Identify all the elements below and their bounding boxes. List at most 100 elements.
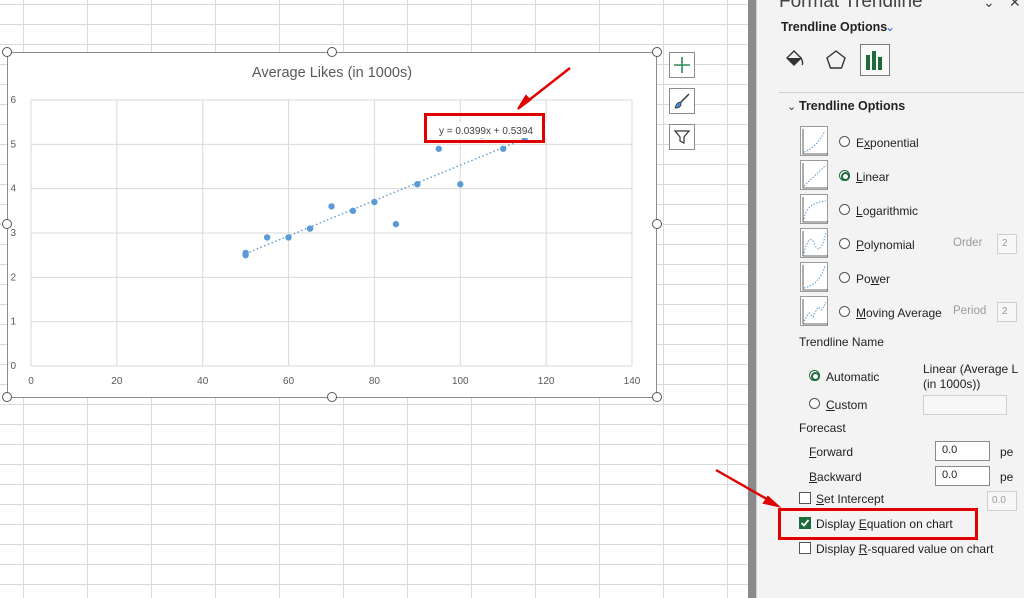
options-dropdown[interactable]: Trendline Options <box>781 20 887 34</box>
display-r2-rest: -squared value on chart <box>867 542 994 556</box>
display-r2-checkbox[interactable] <box>799 542 811 554</box>
data-point <box>263 234 271 241</box>
trendline-option-exponential[interactable]: Exponential <box>757 126 1024 158</box>
set-intercept-hotkey: S <box>816 492 825 506</box>
set-intercept-label[interactable]: Set Intercept <box>816 492 884 506</box>
custom-label[interactable]: Custom <box>826 398 867 412</box>
label-prefix: E <box>856 136 865 150</box>
label-hotkey: L <box>856 170 863 184</box>
resize-handle-middle-left[interactable] <box>2 219 12 229</box>
chevron-down-icon[interactable]: ⌄ <box>787 100 796 113</box>
y-tick-label: 3 <box>10 228 16 239</box>
trendline-option-polynomial[interactable]: Polynomial <box>757 228 1024 260</box>
trendline-option-label[interactable]: Logarithmic <box>856 204 918 218</box>
data-point <box>306 225 314 232</box>
custom-label-hotkey: C <box>826 398 835 412</box>
custom-radio[interactable] <box>809 398 820 409</box>
y-tick-label: 1 <box>10 317 16 328</box>
trendline-option-label[interactable]: Linear <box>856 170 889 184</box>
label-hotkey: M <box>856 306 866 320</box>
resize-handle-bottom-right[interactable] <box>652 392 662 402</box>
radio-button[interactable] <box>839 170 850 181</box>
data-point <box>285 234 292 241</box>
y-tick-label: 2 <box>10 272 16 283</box>
data-point <box>414 181 421 188</box>
display-equation-highlight-box <box>778 508 978 540</box>
x-tick-label: 80 <box>369 376 381 387</box>
data-point <box>242 249 249 257</box>
automatic-radio[interactable] <box>809 370 820 381</box>
trendline-option-label[interactable]: Exponential <box>856 136 919 150</box>
resize-handle-bottom-center[interactable] <box>327 392 337 402</box>
trendline-option-label[interactable]: Moving Average <box>856 306 942 320</box>
resize-handle-middle-right[interactable] <box>652 219 662 229</box>
forward-input[interactable]: 0.0 <box>935 441 990 461</box>
x-tick-label: 0 <box>28 376 34 387</box>
equation-highlight-box <box>424 113 545 143</box>
radio-button[interactable] <box>839 238 850 249</box>
tab-trendline-options[interactable] <box>860 44 890 76</box>
display-r2-label[interactable]: Display R-squared value on chart <box>816 542 993 556</box>
data-point <box>435 145 443 152</box>
power-trend-icon <box>800 262 828 292</box>
radio-button[interactable] <box>839 272 850 283</box>
chart-styles-button[interactable] <box>669 88 695 114</box>
radio-button[interactable] <box>839 136 850 147</box>
label-suffix: ogarithmic <box>862 204 919 218</box>
forecast-label: Forecast <box>799 421 846 435</box>
label-hotkey: L <box>856 204 863 218</box>
resize-handle-bottom-left[interactable] <box>2 392 12 402</box>
radio-button[interactable] <box>839 204 850 215</box>
trendline-option-label[interactable]: Power <box>856 272 890 286</box>
bar-chart-icon <box>866 51 882 70</box>
tab-effects[interactable] <box>821 44 851 76</box>
logarithmic-trend-icon <box>800 194 828 224</box>
data-point <box>457 181 464 188</box>
backward-input[interactable]: 0.0 <box>935 466 990 486</box>
resize-handle-top-right[interactable] <box>652 47 662 57</box>
forward-rest: orward <box>816 445 854 459</box>
period-input[interactable]: 2 <box>997 302 1017 322</box>
plus-icon <box>674 57 690 73</box>
section-trendline-options[interactable]: Trendline Options <box>799 99 905 113</box>
close-icon[interactable]: ✕ <box>1009 0 1021 11</box>
data-point <box>328 203 335 210</box>
x-tick-label: 140 <box>624 376 641 387</box>
trendline-option-power[interactable]: Power <box>757 262 1024 294</box>
backward-rest: ackward <box>817 470 862 484</box>
y-tick-label: 5 <box>10 139 16 150</box>
pane-divider <box>779 92 1024 93</box>
tab-fill-line[interactable] <box>779 44 809 76</box>
chevron-down-icon[interactable]: ⌄ <box>983 0 995 11</box>
exponential-trend-icon <box>800 126 828 156</box>
trendline-option-label[interactable]: Polynomial <box>856 238 915 252</box>
order-label: Order <box>953 237 983 249</box>
chart-elements-button[interactable] <box>669 52 695 78</box>
label-prefix: Po <box>856 272 871 286</box>
label-suffix: olynomial <box>864 238 915 252</box>
automatic-name-line1: Linear (Average L <box>923 362 1019 376</box>
chart-filters-button[interactable] <box>669 124 695 150</box>
order-input[interactable]: 2 <box>997 234 1017 254</box>
forward-label: Forward <box>809 445 853 459</box>
automatic-label[interactable]: Automatic <box>826 370 879 384</box>
resize-handle-top-left[interactable] <box>2 47 12 57</box>
chevron-down-icon[interactable]: ⌄ <box>885 20 895 34</box>
format-trendline-pane: Format Trendline ⌄ ✕ Trendline Options ⌄… <box>756 0 1024 598</box>
forward-unit: pe <box>1000 445 1014 459</box>
label-hotkey: P <box>856 238 865 252</box>
resize-handle-top-center[interactable] <box>327 47 337 57</box>
radio-button[interactable] <box>839 306 850 317</box>
data-point <box>500 145 507 152</box>
pane-splitter[interactable] <box>748 0 756 598</box>
polynomial-trend-icon <box>800 228 828 258</box>
trendline-option-linear[interactable]: Linear <box>757 160 1024 192</box>
filter-icon <box>673 130 691 144</box>
intercept-input[interactable]: 0.0 <box>987 491 1017 511</box>
linear-trend-icon <box>800 160 828 190</box>
trendline-option-logarithmic[interactable]: Logarithmic <box>757 194 1024 226</box>
custom-name-input[interactable] <box>923 395 1007 415</box>
set-intercept-checkbox[interactable] <box>799 492 811 504</box>
automatic-name-line2: (in 1000s)) <box>923 377 981 391</box>
label-suffix: er <box>879 272 891 286</box>
